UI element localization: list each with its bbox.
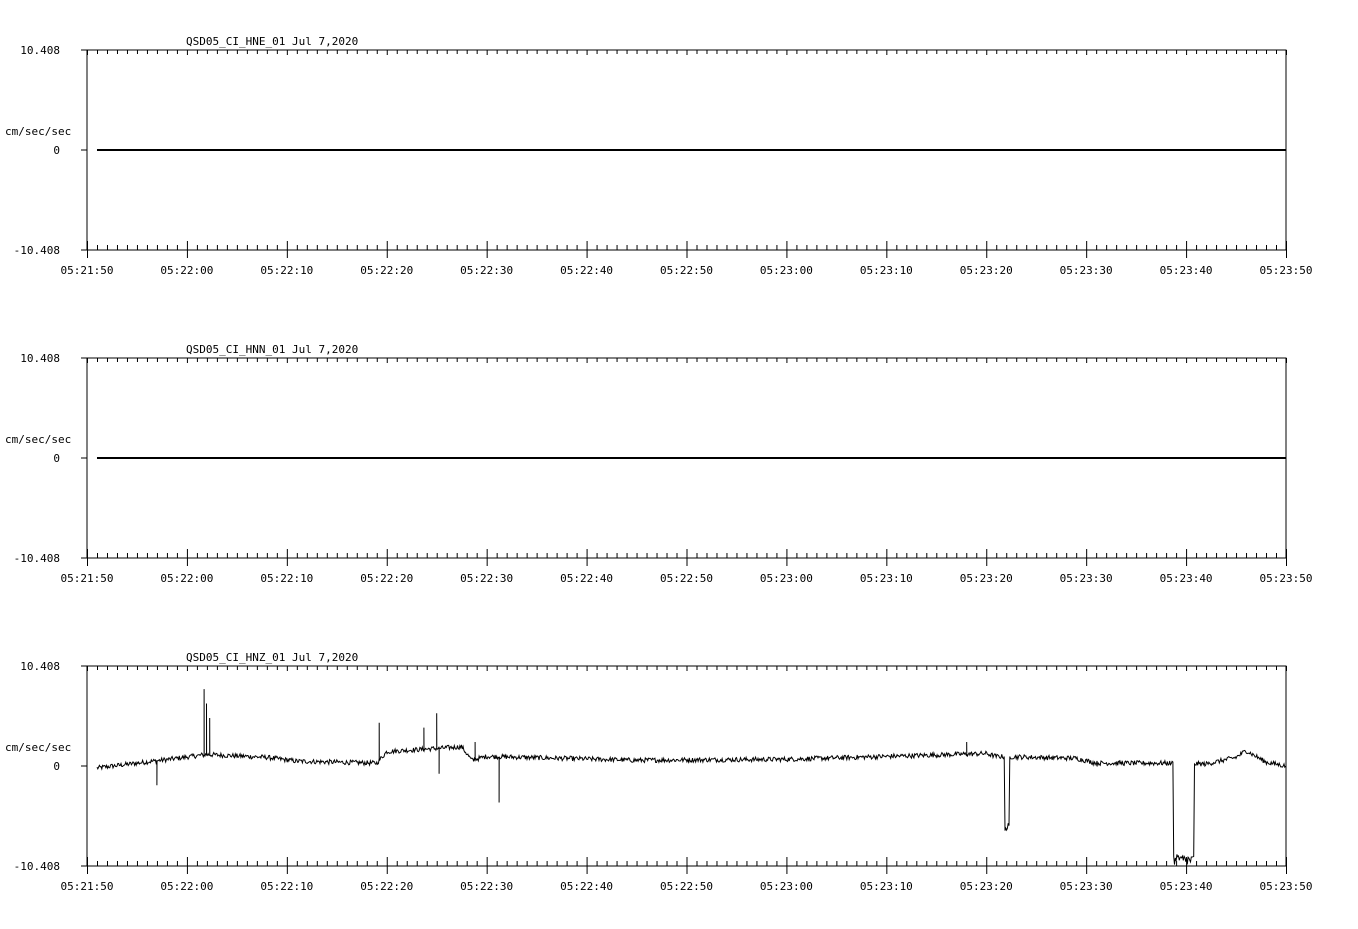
x-tick-label: 05:23:40 xyxy=(1160,880,1213,893)
x-tick-label: 05:22:00 xyxy=(160,572,213,585)
seismogram-figure: 10.408 0 -10.408 cm/sec/sec QSD05_CI_HNE_01 … xyxy=(0,0,1358,924)
x-tick-label: 05:22:50 xyxy=(660,264,713,277)
x-tick-label: 05:23:00 xyxy=(760,264,813,277)
x-tick-label: 05:23:30 xyxy=(1060,880,1113,893)
x-tick-label: 05:21:50 xyxy=(61,880,114,893)
x-tick-label: 05:23:00 xyxy=(760,880,813,893)
x-tick-label: 05:23:40 xyxy=(1160,264,1213,277)
x-tick-label: 05:22:50 xyxy=(660,880,713,893)
x-tick-label: 05:22:30 xyxy=(460,880,513,893)
y-tick-label: -10.408 xyxy=(14,552,60,565)
x-tick-label: 05:22:20 xyxy=(360,264,413,277)
plot-frame xyxy=(86,665,1287,867)
y-tick-label: 0 xyxy=(53,760,60,773)
y-tick-label: 0 xyxy=(53,144,60,157)
y-tick-label: 10.408 xyxy=(20,352,60,365)
trace-line xyxy=(96,689,1286,865)
x-tick-label: 05:22:30 xyxy=(460,264,513,277)
y-tick-label: 0 xyxy=(53,452,60,465)
x-tick-label: 05:23:50 xyxy=(1260,880,1313,893)
panel-2: 10.408 0 -10.408 cm/sec/sec QSD05_CI_HNN_01 … xyxy=(5,343,1312,585)
x-tick-label: 05:23:20 xyxy=(960,880,1013,893)
x-tick-label: 05:23:50 xyxy=(1260,572,1313,585)
x-tick-label: 05:23:30 xyxy=(1060,264,1113,277)
y-tick-label: 10.408 xyxy=(20,660,60,673)
x-tick-label: 05:23:10 xyxy=(860,264,913,277)
x-tick-label: 05:22:50 xyxy=(660,572,713,585)
x-tick-label: 05:22:40 xyxy=(560,880,613,893)
x-tick-label: 05:22:10 xyxy=(260,264,313,277)
panel-3: 10.408 0 -10.408 cm/sec/sec QSD05_CI_HNZ_01 … xyxy=(5,651,1312,893)
y-tick-label: -10.408 xyxy=(14,860,60,873)
panel-1: 10.408 0 -10.408 cm/sec/sec QSD05_CI_HNE_01 … xyxy=(5,35,1312,277)
y-tick-label: 10.408 xyxy=(20,44,60,57)
x-tick-label: 05:23:10 xyxy=(860,572,913,585)
x-tick-label: 05:21:50 xyxy=(61,572,114,585)
x-tick-label: 05:23:00 xyxy=(760,572,813,585)
x-tick-label: 05:23:30 xyxy=(1060,572,1113,585)
y-tick-label: -10.408 xyxy=(14,244,60,257)
x-tick-label: 05:22:10 xyxy=(260,880,313,893)
y-axis-label: cm/sec/sec xyxy=(5,741,71,754)
x-tick-label: 05:22:10 xyxy=(260,572,313,585)
x-tick-label: 05:23:10 xyxy=(860,880,913,893)
x-tick-label: 05:22:20 xyxy=(360,880,413,893)
x-tick-label: 05:23:20 xyxy=(960,572,1013,585)
x-tick-label: 05:22:00 xyxy=(160,880,213,893)
y-axis-label: cm/sec/sec xyxy=(5,125,71,138)
y-axis-label: cm/sec/sec xyxy=(5,433,71,446)
x-tick-label: 05:23:40 xyxy=(1160,572,1213,585)
x-tick-label: 05:23:50 xyxy=(1260,264,1313,277)
x-tick-label: 05:22:40 xyxy=(560,572,613,585)
x-tick-label: 05:21:50 xyxy=(61,264,114,277)
x-tick-label: 05:22:40 xyxy=(560,264,613,277)
seismogram-svg: 10.408 0 -10.408 cm/sec/sec QSD05_CI_HNE_01 … xyxy=(5,35,1312,893)
x-tick-label: 05:23:20 xyxy=(960,264,1013,277)
x-tick-label: 05:22:00 xyxy=(160,264,213,277)
x-tick-label: 05:22:30 xyxy=(460,572,513,585)
panel-title: QSD05_CI_HNN_01 Jul 7,2020 xyxy=(186,343,358,356)
panel-title: QSD05_CI_HNE_01 Jul 7,2020 xyxy=(186,35,358,48)
x-tick-label: 05:22:20 xyxy=(360,572,413,585)
panel-title: QSD05_CI_HNZ_01 Jul 7,2020 xyxy=(186,651,358,664)
